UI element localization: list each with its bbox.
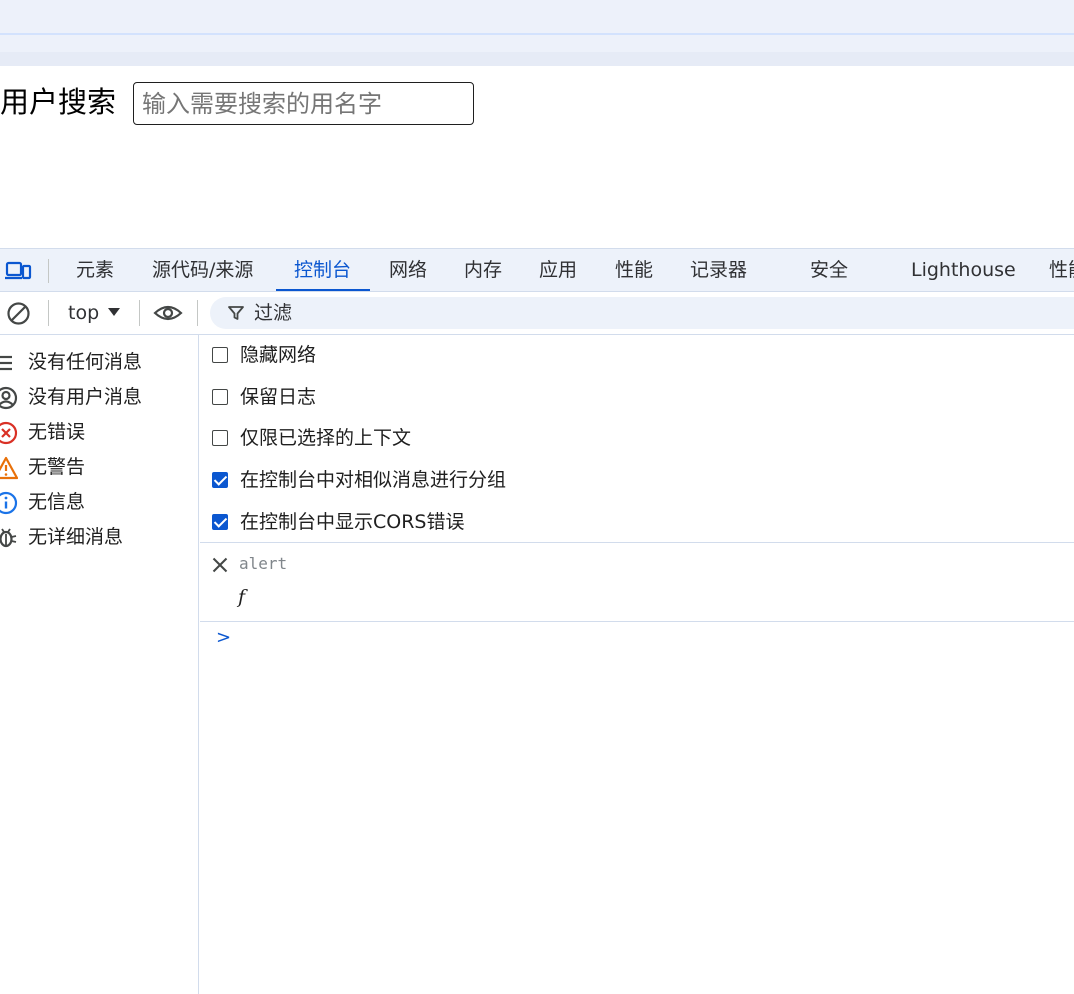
checkbox[interactable] — [212, 430, 228, 446]
setting-label: 隐藏网络 — [240, 344, 317, 366]
error-icon — [0, 421, 18, 445]
tab-performance-insights[interactable]: 性能 — [1049, 249, 1074, 292]
list-icon — [0, 355, 12, 371]
tab-console[interactable]: 控制台 — [294, 249, 351, 292]
setting-preserve-log[interactable]: 保留日志 — [212, 377, 1072, 417]
warning-icon — [0, 456, 18, 480]
toolbar-separator — [139, 300, 140, 326]
clear-console-icon[interactable] — [6, 301, 31, 326]
setting-label: 仅限已选择的上下文 — [240, 427, 412, 449]
device-toolbar-icon[interactable] — [4, 259, 32, 283]
devtools-panel: 元素 源代码/来源 控制台 网络 内存 应用 性能 记录器 安全 Lightho… — [0, 248, 1074, 994]
search-label: 用户搜索 — [0, 85, 117, 119]
sidebar-item-label: 没有任何消息 — [28, 351, 143, 373]
console-prompt[interactable]: > — [216, 627, 231, 648]
sidebar-item-verbose[interactable]: 无详细消息 — [0, 520, 199, 554]
setting-label: 保留日志 — [240, 386, 317, 408]
filter-placeholder: 过滤 — [254, 302, 293, 324]
sidebar-item-warnings[interactable]: 无警告 — [0, 450, 199, 484]
tab-memory[interactable]: 内存 — [464, 249, 502, 292]
console-entry: alert f — [200, 544, 1074, 622]
bookmark-bar — [0, 52, 1074, 66]
checkbox-checked[interactable] — [212, 472, 228, 488]
active-tab-indicator — [276, 289, 370, 291]
context-selector[interactable]: top — [68, 300, 99, 326]
browser-chrome — [0, 0, 1074, 66]
info-icon — [0, 491, 18, 515]
console-result[interactable]: f — [238, 586, 245, 608]
bug-icon — [0, 528, 17, 548]
devtools-tabbar: 元素 源代码/来源 控制台 网络 内存 应用 性能 记录器 安全 Lightho… — [0, 248, 1074, 292]
tab-recorder[interactable]: 记录器 — [690, 249, 747, 292]
sidebar-item-label: 无错误 — [28, 421, 86, 443]
checkbox[interactable] — [212, 389, 228, 405]
toolbar-separator — [48, 300, 49, 326]
sidebar-item-label: 没有用户消息 — [28, 386, 143, 408]
checkbox-checked[interactable] — [212, 514, 228, 530]
console-sidebar: 没有任何消息 没有用户消息 无错误 无警告 无信息 无详细消息 — [0, 335, 199, 994]
tab-performance[interactable]: 性能 — [615, 249, 653, 292]
tab-sources[interactable]: 源代码/来源 — [152, 249, 253, 292]
console-settings: 隐藏网络 保留日志 仅限已选择的上下文 在控制台中对相似消息进行分组 在控制台中… — [200, 335, 1074, 543]
sidebar-item-info[interactable]: 无信息 — [0, 485, 199, 519]
tab-network[interactable]: 网络 — [389, 249, 427, 292]
filter-input[interactable]: 过滤 — [210, 297, 1074, 329]
setting-label: 在控制台中显示CORS错误 — [240, 511, 465, 533]
checkbox[interactable] — [212, 347, 228, 363]
tab-lighthouse[interactable]: Lighthouse — [911, 249, 1016, 292]
sidebar-item-messages[interactable]: 没有任何消息 — [0, 345, 199, 379]
user-icon — [0, 386, 18, 410]
sidebar-item-label: 无警告 — [28, 456, 86, 478]
tab-application[interactable]: 应用 — [539, 249, 577, 292]
eye-icon[interactable] — [153, 303, 183, 323]
console-expression: alert — [239, 554, 288, 573]
setting-label: 在控制台中对相似消息进行分组 — [240, 469, 507, 491]
sidebar-item-user-messages[interactable]: 没有用户消息 — [0, 380, 199, 414]
setting-hide-network[interactable]: 隐藏网络 — [212, 335, 1072, 375]
chrome-divider — [0, 33, 1074, 35]
setting-selected-context-only[interactable]: 仅限已选择的上下文 — [212, 418, 1072, 458]
close-icon[interactable] — [212, 557, 228, 573]
sidebar-item-label: 无详细消息 — [28, 526, 124, 548]
console-toolbar: top 过滤 — [0, 292, 1074, 335]
filter-icon — [228, 306, 244, 320]
setting-show-cors-errors[interactable]: 在控制台中显示CORS错误 — [212, 502, 1072, 542]
tab-elements[interactable]: 元素 — [76, 249, 114, 292]
tab-separator — [48, 259, 49, 283]
setting-group-similar[interactable]: 在控制台中对相似消息进行分组 — [212, 460, 1072, 500]
tab-security[interactable]: 安全 — [810, 249, 848, 292]
search-input[interactable] — [133, 82, 474, 125]
chevron-down-icon[interactable] — [108, 308, 120, 316]
toolbar-separator — [197, 300, 198, 326]
page-content: 用户搜索 — [0, 66, 1074, 248]
sidebar-item-label: 无信息 — [28, 491, 86, 513]
sidebar-item-errors[interactable]: 无错误 — [0, 415, 199, 449]
